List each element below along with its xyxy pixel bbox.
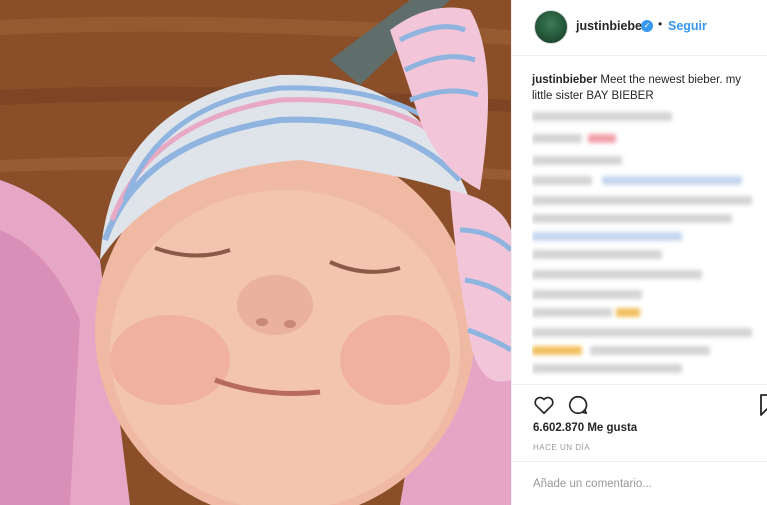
- comment-input[interactable]: [533, 478, 753, 490]
- post-actions: 6.602.870 Me gusta HACE UN DÍA: [512, 384, 767, 504]
- post-side-panel: justinbieber ✓ • Seguir justinbieber Mee…: [511, 0, 767, 505]
- blurred-comment-line: [532, 364, 682, 373]
- blurred-comment-line: [532, 308, 612, 317]
- separator-dot: •: [658, 17, 663, 31]
- blurred-comment-line: [532, 250, 662, 259]
- add-comment-section: [512, 461, 767, 505]
- heart-icon[interactable]: [533, 394, 555, 416]
- header-username[interactable]: justinbieber: [576, 19, 647, 33]
- post-caption: justinbieber Meet the newest bieber. my …: [532, 72, 754, 104]
- blurred-comment-line: [532, 156, 622, 165]
- blurred-comment-line: [532, 176, 592, 185]
- follow-button[interactable]: Seguir: [668, 19, 707, 33]
- blurred-comment-line: [532, 328, 752, 337]
- blurred-comment-line: [532, 346, 582, 355]
- blurred-comment-line: [590, 346, 710, 355]
- blurred-comment-line: [532, 232, 682, 241]
- blurred-comment-line: [532, 134, 582, 143]
- post-header: justinbieber ✓ • Seguir: [512, 0, 767, 56]
- blurred-comments: [532, 108, 767, 380]
- blurred-comment-line: [602, 176, 742, 185]
- post-timestamp[interactable]: HACE UN DÍA: [533, 443, 590, 452]
- verified-badge-icon: ✓: [641, 20, 653, 32]
- caption-username[interactable]: justinbieber: [532, 74, 597, 86]
- bookmark-icon[interactable]: [760, 394, 767, 416]
- blurred-comment-line: [588, 134, 616, 143]
- baby-photo-illustration: [0, 0, 511, 505]
- blurred-comment-line: [532, 196, 752, 205]
- blurred-comment-line: [616, 308, 640, 317]
- avatar[interactable]: [534, 10, 568, 44]
- blurred-comment-line: [532, 214, 732, 223]
- blurred-comment-line: [532, 290, 642, 299]
- comment-icon[interactable]: [567, 394, 589, 416]
- blurred-comment-line: [532, 112, 672, 121]
- instagram-post: justinbieber ✓ • Seguir justinbieber Mee…: [0, 0, 767, 505]
- likes-count[interactable]: 6.602.870 Me gusta: [533, 422, 637, 434]
- post-photo[interactable]: [0, 0, 511, 505]
- blurred-comment-line: [532, 270, 702, 279]
